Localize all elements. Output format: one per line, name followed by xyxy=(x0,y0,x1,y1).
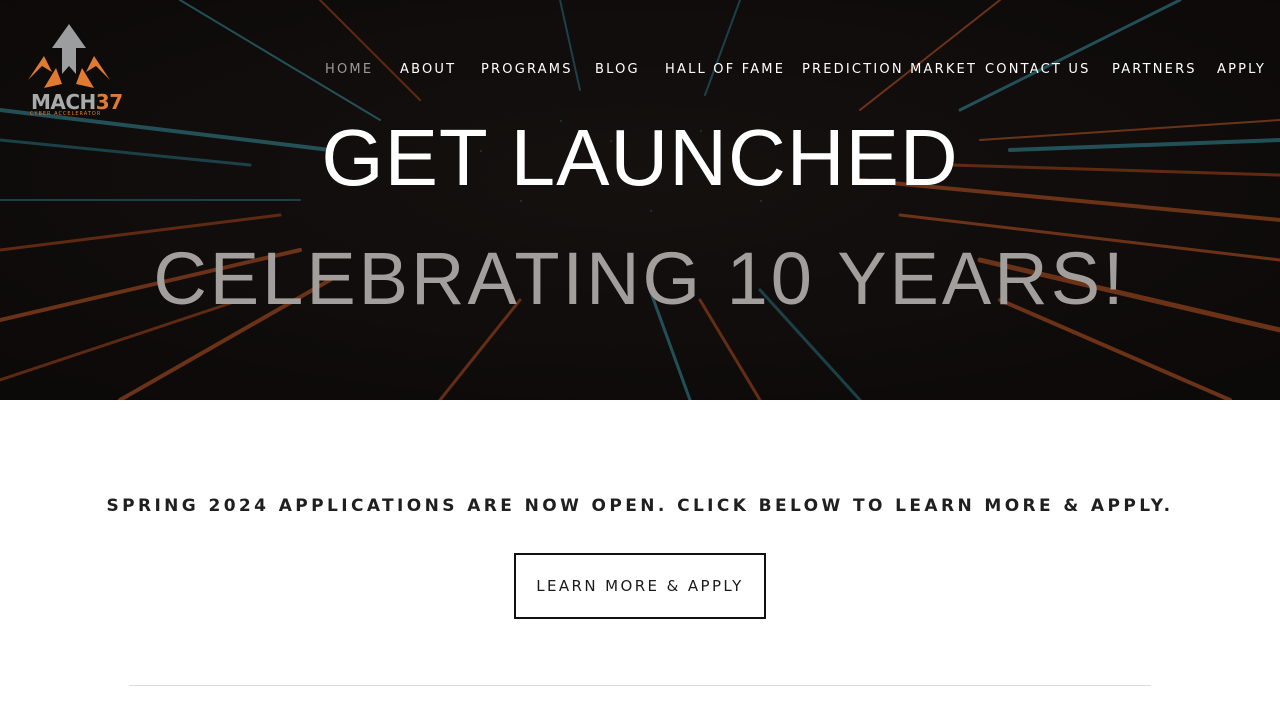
section-divider xyxy=(129,685,1151,686)
nav-contact-us[interactable]: CONTACT US xyxy=(985,62,1091,77)
nav-about[interactable]: ABOUT xyxy=(400,62,456,77)
main-nav: HOME ABOUT PROGRAMS BLOG HALL OF FAME PR… xyxy=(0,62,1280,80)
nav-prediction-market[interactable]: PREDICTION MARKET xyxy=(802,62,977,77)
learn-more-apply-button[interactable]: LEARN MORE & APPLY xyxy=(514,553,766,619)
nav-home[interactable]: HOME xyxy=(325,62,373,77)
nav-hall-of-fame[interactable]: HALL OF FAME xyxy=(665,62,785,77)
nav-blog[interactable]: BLOG xyxy=(595,62,640,77)
nav-partners[interactable]: PARTNERS xyxy=(1112,62,1197,77)
rocket-logo-icon xyxy=(28,24,110,88)
nav-programs[interactable]: PROGRAMS xyxy=(481,62,573,77)
hero-title: GET LAUNCHED xyxy=(321,113,959,202)
hero-banner: MACH37 CYBER ACCELERATOR HOME ABOUT PROG… xyxy=(0,0,1280,400)
nav-apply[interactable]: APPLY xyxy=(1217,62,1266,77)
applications-announcement: SPRING 2024 APPLICATIONS ARE NOW OPEN. C… xyxy=(106,496,1174,516)
hero-subtitle: CELEBRATING 10 YEARS! xyxy=(153,237,1127,320)
